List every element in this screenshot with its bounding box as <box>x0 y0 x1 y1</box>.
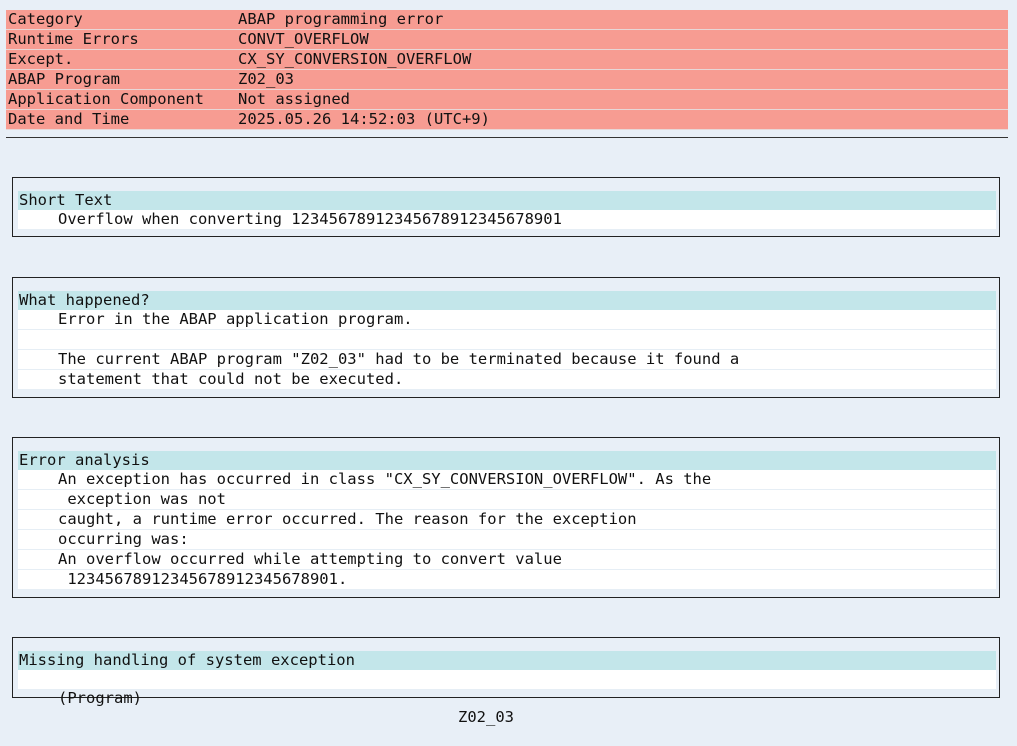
header-value: Z02_03 <box>238 70 294 88</box>
program-value: Z02_03 <box>458 708 514 726</box>
text-line-content: 12345678912345678912345678901. <box>58 570 348 588</box>
header-row-date-time: Date and Time 2025.05.26 14:52:03 (UTC+9) <box>6 110 1008 130</box>
text-line: Overflow when converting 123456789123456… <box>18 210 996 230</box>
text-line-content: exception was not <box>58 490 226 508</box>
text-line: 12345678912345678912345678901. <box>18 570 996 590</box>
section-title[interactable]: Missing handling of system exception <box>18 651 996 670</box>
header-row-category: Category ABAP programming error <box>6 10 1008 30</box>
header-value: CONVT_OVERFLOW <box>238 30 369 48</box>
header-row-runtime-errors: Runtime Errors CONVT_OVERFLOW <box>6 30 1008 50</box>
text-line-content: occurring was: <box>58 530 189 548</box>
text-line-content: An overflow occurred while attempting to… <box>58 550 562 568</box>
header-divider <box>6 137 1008 138</box>
header-key: ABAP Program <box>8 70 120 88</box>
program-label: (Program) <box>58 689 142 707</box>
text-line: statement that could not be executed. <box>18 370 996 390</box>
text-line <box>18 330 996 350</box>
header-value: Not assigned <box>238 90 350 108</box>
text-line-content: An exception has occurred in class "CX_S… <box>58 470 712 488</box>
text-line-content: statement that could not be executed. <box>58 370 404 388</box>
section-short-text: Short Text Overflow when converting 1234… <box>12 177 1000 237</box>
header-value: ABAP programming error <box>238 10 444 28</box>
text-line: occurring was: <box>18 530 996 550</box>
text-line: An overflow occurred while attempting to… <box>18 550 996 570</box>
header-row-abap-program: ABAP Program Z02_03 <box>6 70 1008 90</box>
text-line: The current ABAP program "Z02_03" had to… <box>18 350 996 370</box>
text-line-content: The current ABAP program "Z02_03" had to… <box>58 350 740 368</box>
text-line: caught, a runtime error occurred. The re… <box>18 510 996 530</box>
text-line-content: Error in the ABAP application program. <box>58 310 413 328</box>
header-key: Date and Time <box>8 110 130 128</box>
text-line: Error in the ABAP application program. <box>18 310 996 330</box>
header-value: 2025.05.26 14:52:03 (UTC+9) <box>238 110 490 128</box>
header-key: Application Component <box>8 90 204 108</box>
header-key: Runtime Errors <box>8 30 139 48</box>
section-missing-handling: Missing handling of system exception (Pr… <box>12 637 1000 726</box>
text-line: exception was not <box>18 490 996 510</box>
header-row-application-component: Application Component Not assigned <box>6 90 1008 110</box>
section-title[interactable]: Error analysis <box>18 451 996 470</box>
text-line: (Program) Z02_03 <box>18 670 996 726</box>
header-key: Category <box>8 10 83 28</box>
text-line-content: Overflow when converting 123456789123456… <box>58 210 562 228</box>
section-what-happened: What happened? Error in the ABAP applica… <box>12 277 1000 398</box>
section-error-analysis: Error analysis An exception has occurred… <box>12 437 1000 598</box>
header-key: Except. <box>8 50 74 68</box>
header-value: CX_SY_CONVERSION_OVERFLOW <box>238 50 472 68</box>
header-row-exception: Except. CX_SY_CONVERSION_OVERFLOW <box>6 50 1008 70</box>
section-title[interactable]: Short Text <box>18 191 996 210</box>
text-line: An exception has occurred in class "CX_S… <box>18 470 996 490</box>
section-title[interactable]: What happened? <box>18 291 996 310</box>
text-line-content: caught, a runtime error occurred. The re… <box>58 510 637 528</box>
dump-header-table: Category ABAP programming error Runtime E… <box>6 10 1008 130</box>
